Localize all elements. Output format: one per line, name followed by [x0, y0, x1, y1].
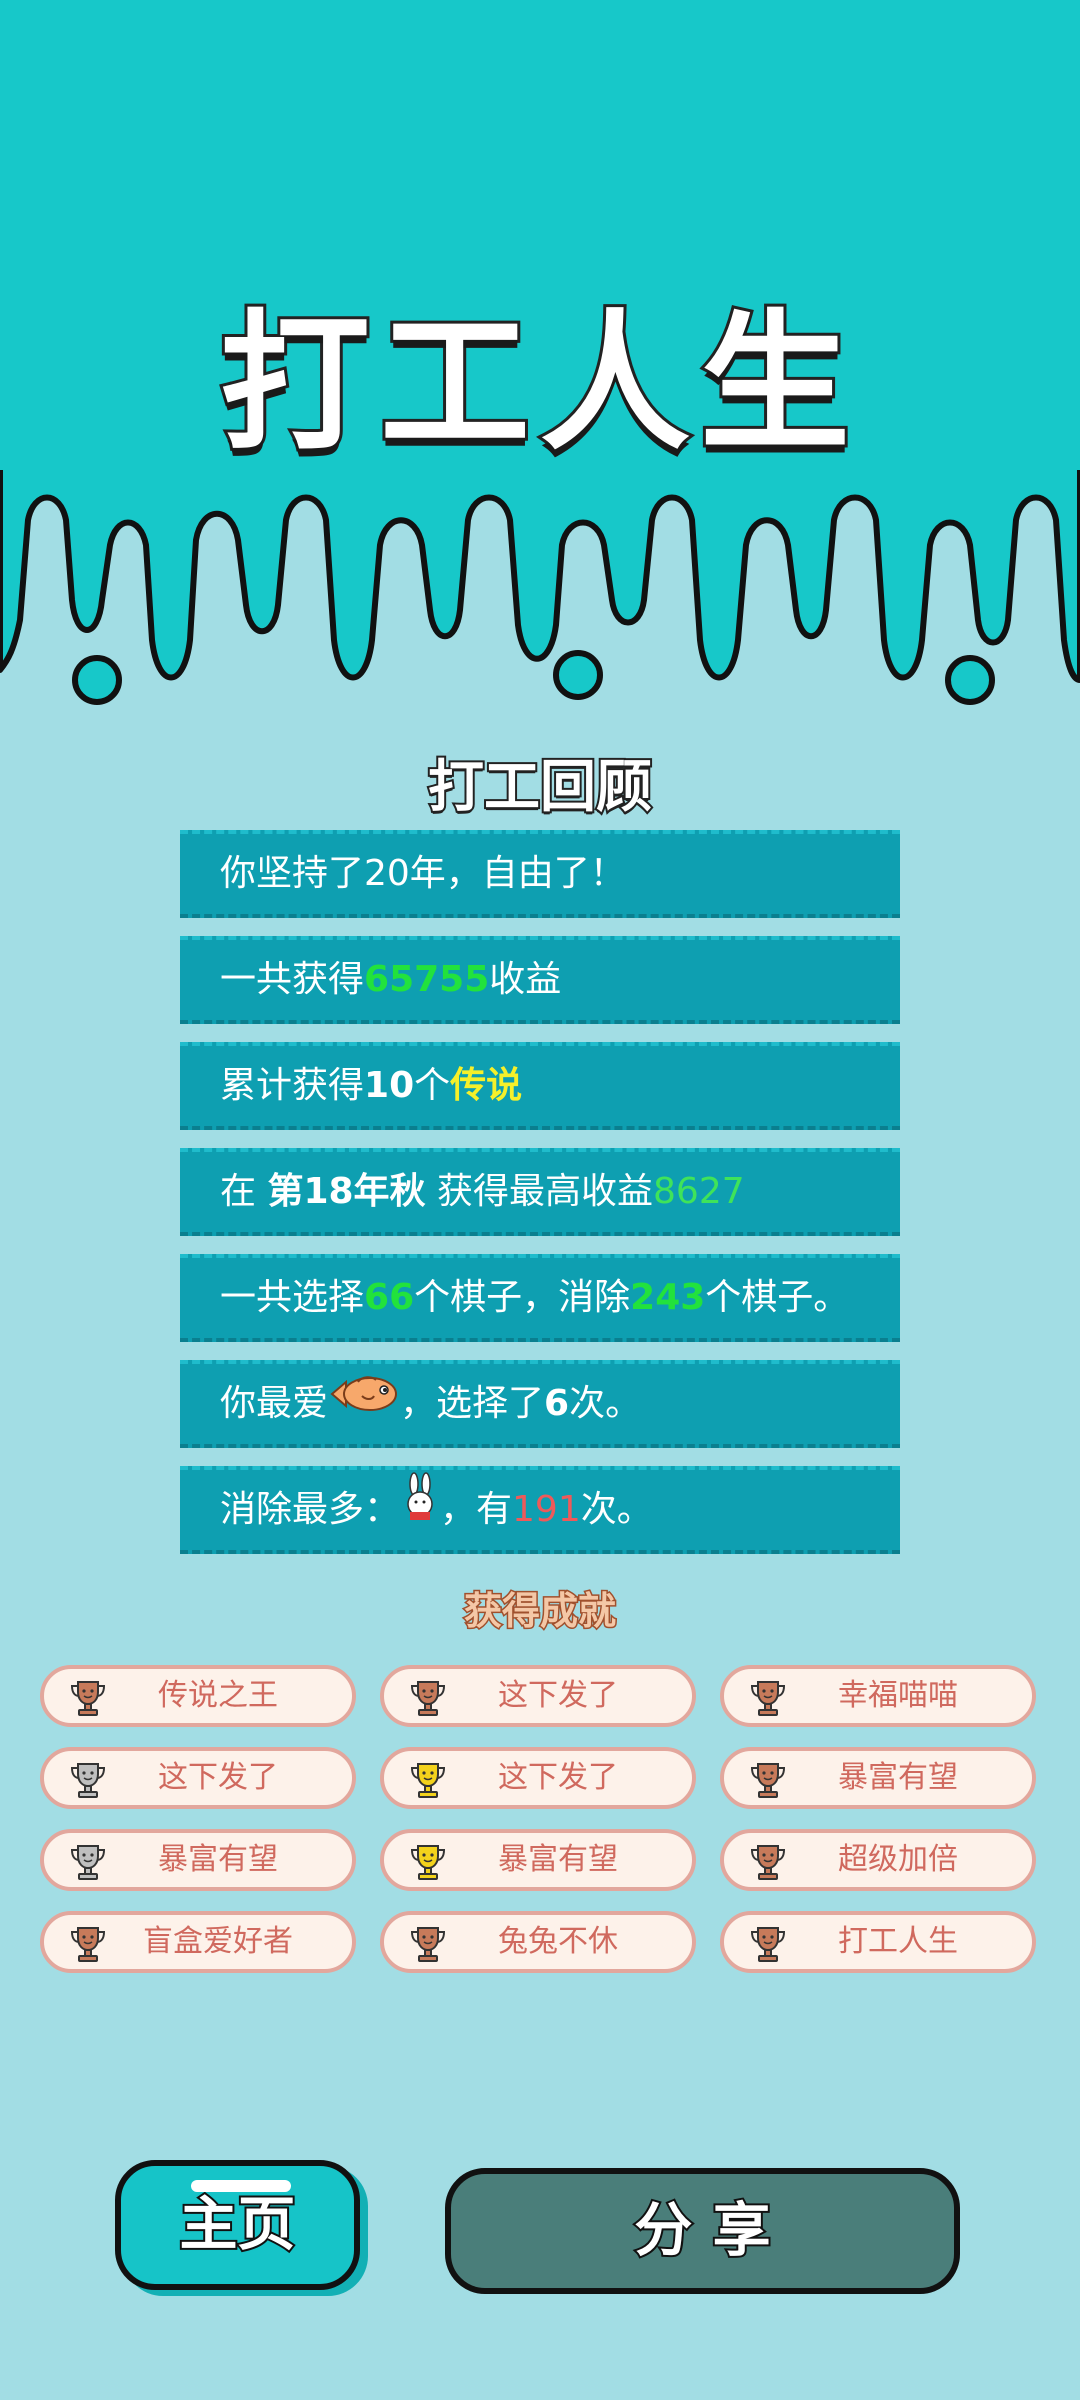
total-income-prefix: 一共获得 [220, 959, 365, 1000]
trophy-icon [70, 1845, 106, 1880]
most-removed-prefix: 消除最多： [220, 1489, 401, 1530]
most-removed-count: 191 [512, 1489, 581, 1530]
achievement-badge[interactable]: 这下发了 [40, 1747, 356, 1809]
review-row-legends: 累计获得10个传说 [180, 1042, 900, 1130]
trophy-icon [750, 1681, 786, 1716]
review-list: 你坚持了20年，自由了！ 一共获得65755收益 累计获得10个传说 在 第18… [180, 830, 900, 1572]
home-button-label: 主页 [177, 2188, 297, 2260]
game-title: 打工人生 [217, 294, 860, 474]
achievement-label: 兔兔不休 [498, 1924, 618, 1959]
achievement-label: 暴富有望 [158, 1842, 278, 1877]
best-income-prefix: 在 [220, 1171, 268, 1212]
rabbit-icon [400, 1471, 440, 1551]
share-button[interactable]: 分 享 [445, 2168, 960, 2294]
favorite-count: 6 [544, 1383, 570, 1424]
achievement-badge[interactable]: 这下发了 [380, 1665, 696, 1727]
legends-rarity: 传说 [450, 1065, 523, 1106]
achievement-label: 超级加倍 [838, 1842, 958, 1877]
achievement-label: 打工人生 [838, 1924, 958, 1959]
trophy-icon [70, 1927, 106, 1962]
trophy-icon [410, 1845, 446, 1880]
total-income-value: 65755 [364, 959, 490, 1000]
best-income-value: 8627 [653, 1171, 745, 1212]
trophy-icon [70, 1763, 106, 1798]
achievement-badge[interactable]: 这下发了 [380, 1747, 696, 1809]
achievement-label: 暴富有望 [498, 1842, 618, 1877]
most-removed-suffix: 次。 [580, 1489, 653, 1530]
review-row-most-removed: 消除最多： ，有191次。 [180, 1466, 900, 1554]
achievement-badge[interactable]: 暴富有望 [720, 1747, 1036, 1809]
achievement-badge[interactable]: 暴富有望 [40, 1829, 356, 1891]
review-row-favorite: 你最爱 ，选择了6次。 [180, 1360, 900, 1448]
favorite-prefix: 你最爱 [220, 1383, 329, 1424]
trophy-icon [410, 1681, 446, 1716]
favorite-middle: ，选择了 [400, 1383, 545, 1424]
trophy-icon [70, 1681, 106, 1716]
pieces-middle: 个棋子，消除 [414, 1277, 631, 1318]
legends-unit: 个 [414, 1065, 451, 1106]
achievement-badge[interactable]: 暴富有望 [380, 1829, 696, 1891]
achievement-label: 幸福喵喵 [838, 1678, 958, 1713]
trophy-icon [410, 1763, 446, 1798]
achievement-label: 盲盒爱好者 [143, 1924, 293, 1959]
legends-prefix: 累计获得 [220, 1065, 365, 1106]
trophy-icon [410, 1927, 446, 1962]
achievement-badge[interactable]: 幸福喵喵 [720, 1665, 1036, 1727]
button-highlight [191, 2180, 291, 2192]
best-income-middle: 获得最高收益 [425, 1171, 654, 1212]
achievement-label: 这下发了 [158, 1760, 278, 1795]
fish-icon [328, 1365, 400, 1445]
review-row-years: 你坚持了20年，自由了！ [180, 830, 900, 918]
achievement-badge[interactable]: 盲盒爱好者 [40, 1911, 356, 1973]
achievement-label: 这下发了 [498, 1678, 618, 1713]
review-row-pieces: 一共选择66个棋子，消除243个棋子。 [180, 1254, 900, 1342]
home-button[interactable]: 主页 [115, 2160, 360, 2290]
share-button-label: 分 享 [632, 2194, 772, 2266]
trophy-icon [750, 1763, 786, 1798]
favorite-suffix: 次。 [569, 1383, 642, 1424]
achievement-badge[interactable]: 兔兔不休 [380, 1911, 696, 1973]
achievement-badge[interactable]: 打工人生 [720, 1911, 1036, 1973]
most-removed-middle: ，有 [440, 1489, 513, 1530]
pieces-removed-count: 243 [630, 1277, 706, 1318]
pieces-prefix: 一共选择 [220, 1277, 365, 1318]
years-text: 你坚持了20年，自由了！ [220, 853, 626, 894]
total-income-suffix: 收益 [489, 959, 562, 1000]
legends-count: 10 [364, 1065, 415, 1106]
achievement-badge[interactable]: 超级加倍 [720, 1829, 1036, 1891]
achievement-label: 暴富有望 [838, 1760, 958, 1795]
review-row-best-income: 在 第18年秋 获得最高收益8627 [180, 1148, 900, 1236]
best-income-season: 第18年秋 [267, 1171, 426, 1212]
review-row-total-income: 一共获得65755收益 [180, 936, 900, 1024]
pieces-suffix: 个棋子。 [705, 1277, 850, 1318]
pieces-chosen-count: 66 [364, 1277, 415, 1318]
achievement-label: 这下发了 [498, 1760, 618, 1795]
achievements-section-title: 获得成就 [462, 1588, 617, 1635]
trophy-icon [750, 1927, 786, 1962]
trophy-icon [750, 1845, 786, 1880]
achievement-label: 传说之王 [158, 1678, 278, 1713]
achievement-badge[interactable]: 传说之王 [40, 1665, 356, 1727]
review-section-title: 打工回顾 [426, 753, 654, 822]
